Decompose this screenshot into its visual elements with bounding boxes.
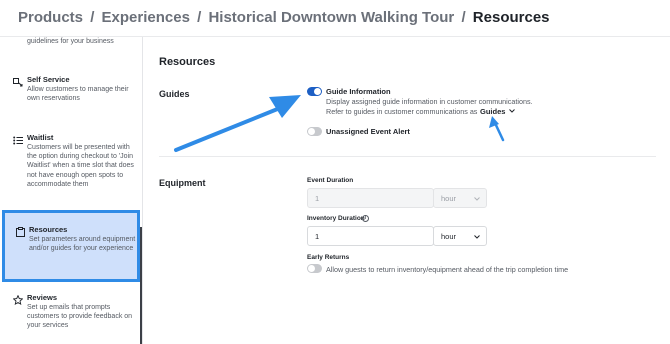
sidebar-item-desc: Customers will be presented with the opt… [27, 144, 134, 188]
toggle-knob [314, 88, 321, 95]
guides-label: Guides [159, 89, 190, 99]
unit-value: hour [441, 194, 457, 203]
chevron-down-icon [474, 197, 480, 201]
early-returns-desc: Allow guests to return inventory/equipme… [326, 265, 569, 274]
breadcrumb-products[interactable]: Products [18, 9, 83, 26]
breadcrumb-separator: / [197, 9, 202, 26]
event-duration-input[interactable]: 1 [307, 188, 434, 208]
guide-information-toggle[interactable] [307, 87, 322, 96]
guides-term-value: Guides [480, 107, 506, 116]
breadcrumb-separator: / [461, 9, 466, 26]
sidebar-item-title: Resources [29, 225, 68, 234]
list-icon [13, 135, 23, 145]
event-duration-unit-select[interactable]: hour [433, 188, 487, 208]
sidebar-scrollbar[interactable] [140, 227, 142, 344]
breadcrumb-separator: / [90, 9, 95, 26]
chevron-down-icon [508, 109, 515, 113]
info-icon[interactable]: i [362, 215, 369, 222]
unassigned-alert-toggle[interactable] [307, 127, 322, 136]
event-duration-label: Event Duration [307, 177, 354, 184]
early-returns-label: Early Returns [307, 254, 350, 261]
early-returns-toggle[interactable] [307, 264, 322, 273]
guides-term-select[interactable]: Guides [480, 107, 515, 116]
chevron-down-icon [474, 235, 480, 239]
section-divider [159, 156, 656, 157]
breadcrumb: Products / Experiences / Historical Down… [18, 9, 550, 26]
star-icon [13, 295, 23, 305]
sidebar-item-title: Waitlist [27, 133, 54, 142]
settings-sidebar: guidelines for your business Self Servic… [0, 37, 143, 344]
toggle-knob [308, 128, 315, 135]
inventory-duration-label: Inventory Duration [307, 215, 365, 222]
clipboard-icon [15, 227, 25, 237]
toggle-knob [308, 265, 315, 272]
sidebar-item-desc: Set parameters around equipment and/or g… [29, 236, 136, 253]
sidebar-item-self-service[interactable]: Self Service Allow customers to manage t… [0, 75, 142, 115]
sidebar-item-desc: Allow customers to manage their own rese… [27, 86, 129, 103]
page-title: Resources [159, 56, 216, 68]
sidebar-item-resources[interactable]: Resources Set parameters around equipmen… [2, 210, 140, 282]
breadcrumb-experiences[interactable]: Experiences [102, 9, 190, 26]
sidebar-item-desc: Set up emails that prompts customers to … [27, 304, 133, 330]
sidebar-item-title: Reviews [27, 293, 58, 302]
breadcrumb-current: Resources [472, 9, 550, 26]
arrow-to-toggle [174, 95, 301, 152]
arrow-to-select [489, 116, 505, 142]
equipment-label: Equipment [159, 178, 206, 188]
unit-value: hour [441, 232, 457, 241]
sidebar-cut-text: guidelines for your business [27, 38, 114, 45]
guide-refer-text: Refer to guides in customer communicatio… [326, 107, 478, 116]
unassigned-alert-title: Unassigned Event Alert [326, 127, 410, 136]
self-service-icon [13, 77, 23, 87]
inventory-duration-unit-select[interactable]: hour [433, 226, 487, 246]
sidebar-item-reviews[interactable]: Reviews Set up emails that prompts custo… [0, 293, 142, 343]
breadcrumb-tour[interactable]: Historical Downtown Walking Tour [208, 9, 454, 26]
guide-information-title: Guide Information [326, 87, 391, 96]
inventory-duration-input[interactable]: 1 [307, 226, 434, 246]
sidebar-item-title: Self Service [27, 75, 70, 84]
guide-information-desc: Display assigned guide information in cu… [326, 97, 533, 106]
sidebar-item-waitlist[interactable]: Waitlist Customers will be presented wit… [0, 133, 142, 203]
